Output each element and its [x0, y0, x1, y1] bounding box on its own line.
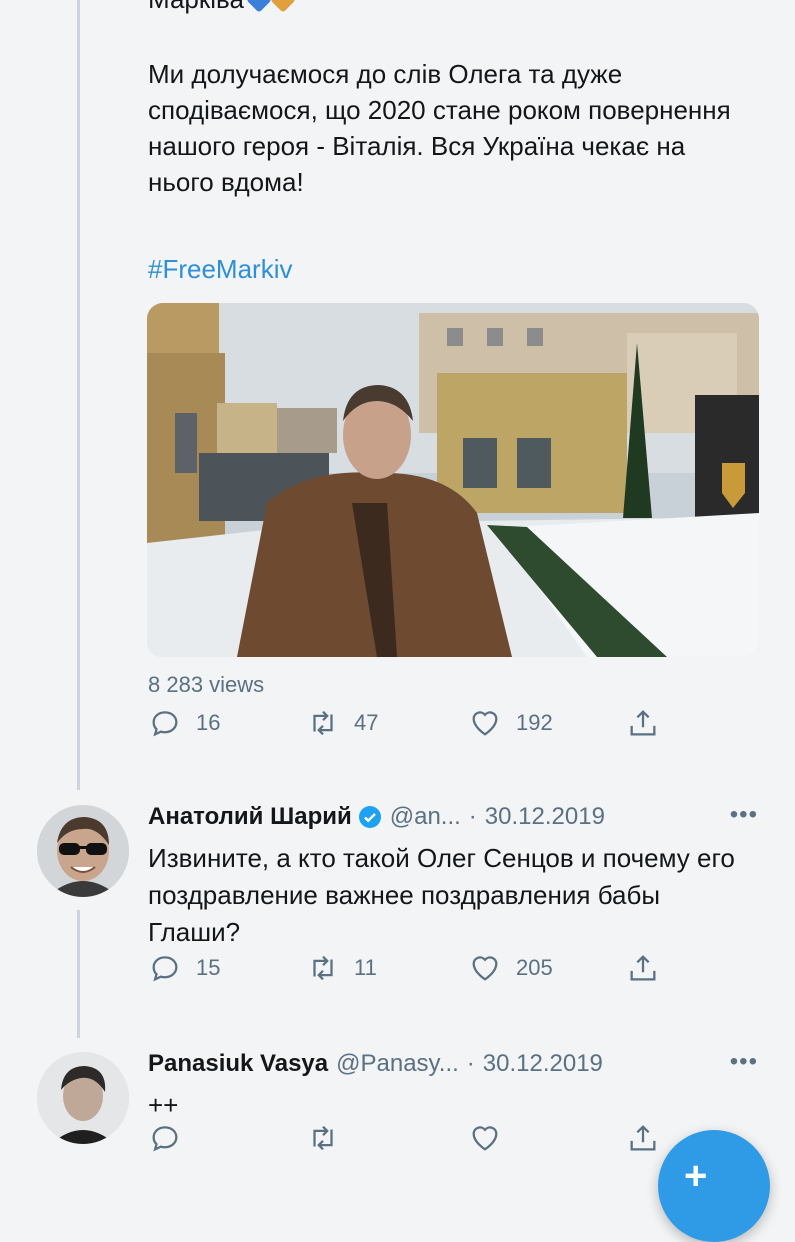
like-button[interactable] — [468, 1121, 502, 1155]
like-count: 192 — [516, 710, 553, 735]
reply-separator: · — [468, 803, 477, 830]
reply-button[interactable]: 15 — [148, 951, 220, 985]
tweet-author-label: Марківа — [148, 0, 244, 15]
reply-icon — [152, 711, 178, 737]
reply-date[interactable]: 30.12.2019 — [483, 1050, 603, 1078]
reply-handle[interactable]: @Panasy... — [336, 1050, 459, 1078]
share-icon — [630, 710, 656, 736]
reply-text: ++ — [148, 1090, 179, 1120]
yellow-heart-icon — [270, 0, 296, 13]
video-thumbnail — [147, 303, 759, 657]
blue-heart-icon — [246, 0, 272, 13]
share-icon — [630, 1125, 656, 1151]
like-icon — [472, 956, 498, 981]
hashtag-link[interactable]: #FreeMarkiv — [148, 254, 292, 285]
reply-text: Извините, а кто такой Олег Сенцов и поче… — [148, 843, 735, 947]
retweet-icon — [313, 1125, 333, 1151]
share-button[interactable] — [626, 1121, 660, 1155]
compose-tweet-button[interactable]: + — [658, 1130, 770, 1242]
compose-icon: + — [684, 1154, 708, 1198]
reply-button[interactable] — [148, 1121, 182, 1155]
like-count: 205 — [516, 955, 553, 980]
like-button[interactable]: 192 — [468, 706, 553, 740]
user-avatar-image — [37, 1052, 129, 1144]
reply-count: 16 — [196, 710, 221, 735]
video-views-count: 8 283 views — [148, 672, 265, 697]
retweet-icon — [313, 955, 333, 981]
reply-count: 15 — [196, 955, 221, 980]
thread-line — [77, 910, 80, 1038]
reply-date[interactable]: 30.12.2019 — [485, 803, 605, 831]
reply-icon — [152, 956, 178, 982]
retweet-count: 47 — [354, 710, 379, 735]
reply-button[interactable]: 16 — [148, 706, 220, 740]
share-button[interactable] — [626, 706, 660, 740]
tweet-video[interactable] — [147, 303, 759, 657]
verified-badge-icon — [358, 806, 381, 828]
retweet-button[interactable] — [306, 1121, 340, 1155]
tweet-author-name[interactable]: Марківа — [148, 0, 296, 15]
like-icon — [472, 711, 498, 736]
retweet-button[interactable]: 11 — [306, 951, 377, 985]
tweet-text: Ми долучаємося до слів Олега та дуже спо… — [148, 59, 731, 197]
reply-icon — [152, 1126, 178, 1152]
reply-author-name[interactable]: Panasiuk Vasya — [148, 1050, 328, 1078]
more-options-icon[interactable]: ••• — [730, 1048, 758, 1076]
retweet-button[interactable]: 47 — [306, 706, 378, 740]
thread-line — [77, 0, 80, 790]
like-icon — [472, 1126, 498, 1151]
avatar[interactable] — [37, 805, 129, 897]
like-button[interactable]: 205 — [468, 951, 553, 985]
reply-header: Panasiuk Vasya @Panasy... · 30.12.2019 •… — [148, 1048, 758, 1078]
retweet-icon — [313, 710, 333, 736]
reply-handle[interactable]: @an... — [390, 803, 461, 831]
share-icon — [630, 955, 656, 981]
share-button[interactable] — [626, 951, 660, 985]
retweet-count: 11 — [354, 955, 377, 980]
reply-header: Анатолий Шарий @an... · 30.12.2019 ••• — [148, 801, 758, 831]
more-options-icon[interactable]: ••• — [730, 801, 758, 829]
reply-author-name[interactable]: Анатолий Шарий — [148, 803, 352, 831]
avatar[interactable] — [37, 1052, 129, 1144]
reply-separator: · — [466, 1050, 475, 1077]
user-avatar-image — [37, 805, 129, 897]
